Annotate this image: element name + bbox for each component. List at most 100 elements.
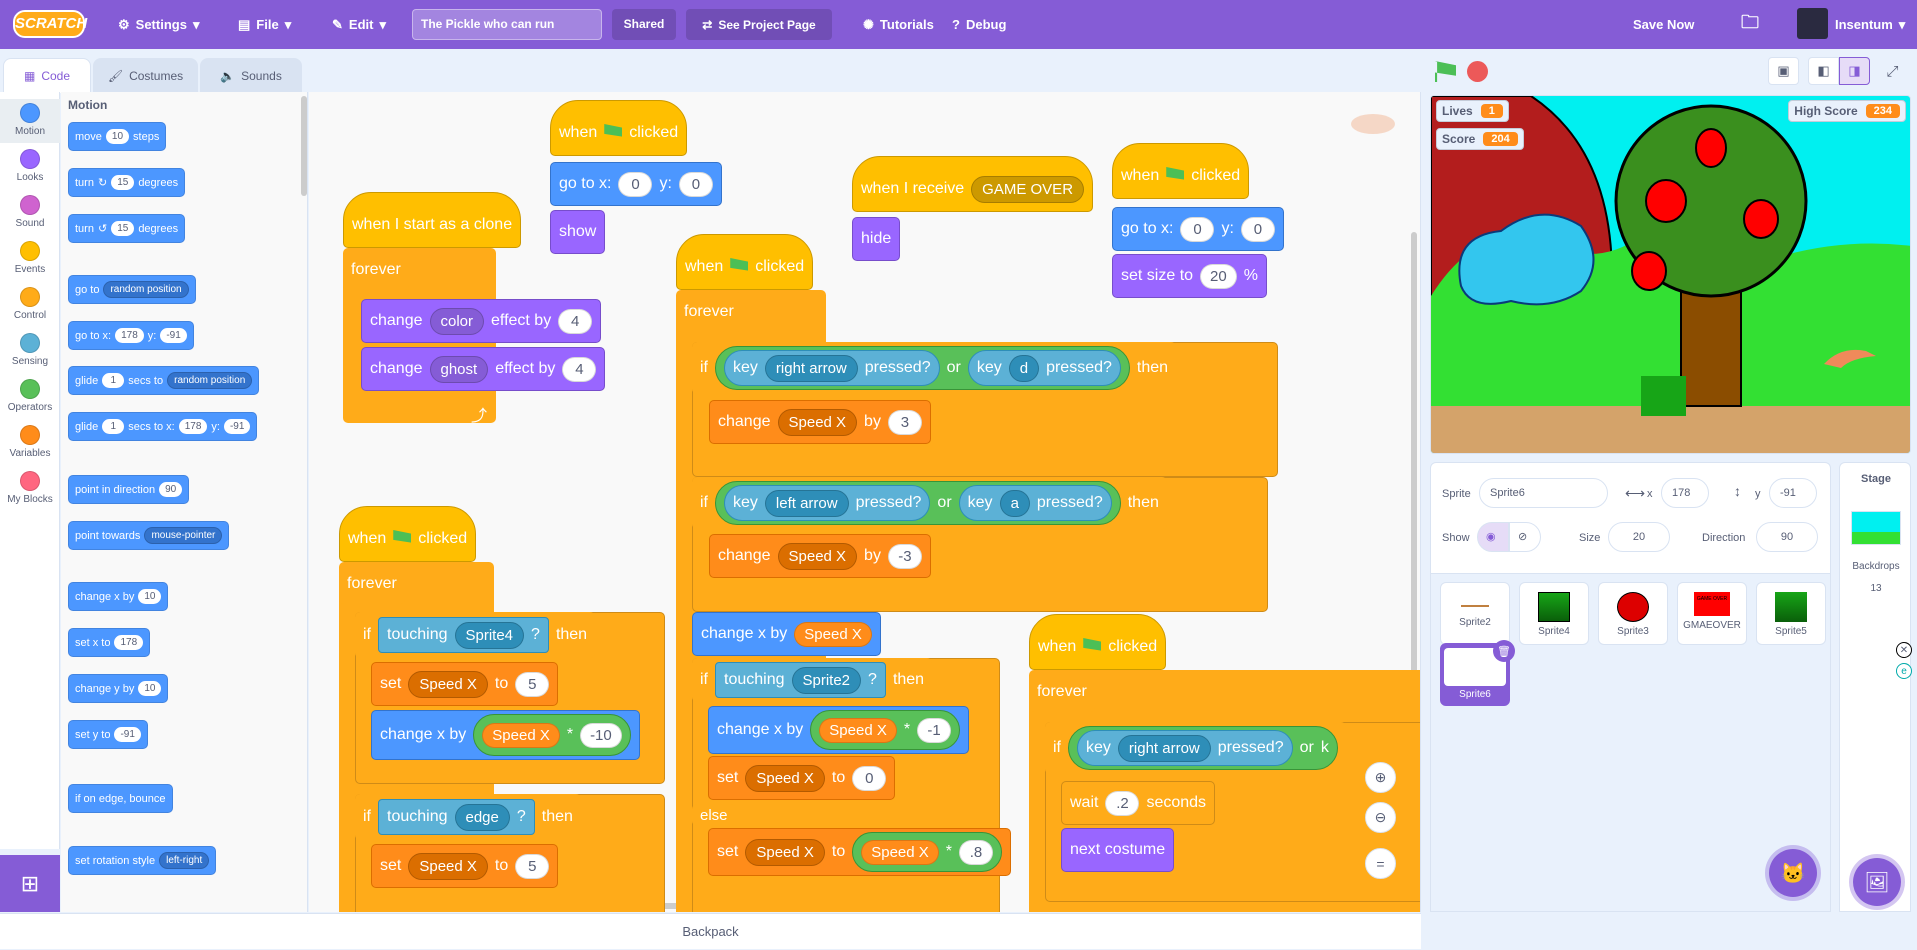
block-input[interactable]: 10 [138,681,162,696]
block-input[interactable]: 15 [111,175,135,190]
category-motion[interactable]: Motion [0,99,60,143]
block-change-ghost-effect[interactable]: change ghost effect by 4 [361,347,606,391]
my-stuff-folder-icon[interactable]: 🗀 [1741,0,1759,49]
block-edge-bounce[interactable]: if on edge, bounce [68,784,173,813]
block-input[interactable]: 3 [887,409,922,435]
save-now-button[interactable]: Save Now [1633,0,1694,49]
multiply-operator[interactable]: Speed X * .8 [852,832,1003,872]
or-operator[interactable]: key right arrow pressed? or key d pressed? [715,346,1130,390]
block-glide-xy[interactable]: glide 1 secs to x: 178 y: -91 [68,412,258,441]
block-input[interactable]: 1 [102,373,125,388]
tab-sounds[interactable]: 🔈 Sounds [200,58,302,92]
file-menu[interactable]: ▤ File ▾ [238,0,291,49]
block-input[interactable]: -10 [580,722,622,748]
touching-sensing[interactable]: touching edge? [378,799,535,835]
key-pressed-sensing[interactable]: key right arrow pressed? [724,350,940,386]
sprite-tile[interactable]: Sprite4 [1519,582,1589,645]
lives-monitor[interactable]: Lives 1 [1436,100,1509,122]
block-input[interactable]: 0 [1240,216,1275,242]
category-control[interactable]: Control [0,283,60,327]
script-workspace[interactable]: when I start as a clone forever change co… [309,92,1421,912]
score-monitor[interactable]: Score 204 [1436,128,1524,150]
block-dropdown[interactable]: Sprite2 [791,666,862,694]
block-input[interactable]: 5 [515,853,550,879]
block-set-y[interactable]: set y to -91 [68,720,148,749]
x-input[interactable]: 178 [1661,478,1709,508]
block-input[interactable]: -1 [917,717,952,743]
variable-reporter[interactable]: Speed X [819,717,897,743]
add-extension-button[interactable]: ⊞ [0,855,60,912]
block-dropdown[interactable]: Speed X [408,852,488,880]
block-input[interactable]: -91 [114,727,141,742]
screenshot-icon[interactable]: ▣ [1768,57,1799,85]
category-looks[interactable]: Looks [0,145,60,189]
scratch-logo[interactable]: SCRATCH [13,10,87,38]
variable-reporter[interactable]: Speed X [482,722,560,748]
hat-when-i-receive[interactable]: when I receive GAME OVER [852,156,1094,212]
block-dropdown[interactable]: random position [167,372,253,389]
key-pressed-sensing[interactable]: key right arrow pressed? [1077,730,1293,766]
block-go-to-xy[interactable]: go to x: 0 y: 0 [550,162,722,206]
hide-invisible-icon[interactable]: ⊘ [1509,522,1541,552]
key-pressed-sensing[interactable]: key d pressed? [967,350,1121,386]
category-variables[interactable]: Variables [0,421,60,465]
block-input[interactable]: 178 [114,635,144,650]
avatar[interactable] [1797,8,1828,39]
close-icon[interactable]: ✕ [1896,642,1912,658]
block-change-variable[interactable]: change Speed X by 3 [709,400,931,444]
tab-costumes[interactable]: 🖌 Costumes [93,58,198,92]
block-input[interactable]: -91 [160,328,187,343]
extension-icon[interactable]: e [1896,663,1912,679]
key-pressed-sensing[interactable]: key a pressed? [958,485,1112,521]
or-operator[interactable]: key left arrow pressed? or key a pressed? [715,481,1121,525]
high-score-monitor[interactable]: High Score 234 [1788,100,1906,122]
sprite-name-input[interactable]: Sprite6 [1479,478,1608,508]
direction-input[interactable]: 90 [1756,522,1818,552]
block-input[interactable]: 10 [105,129,130,144]
backpack-bar[interactable]: Backpack [0,913,1421,949]
hat-when-flag-clicked[interactable]: when clicked [339,506,477,562]
block-change-color-effect[interactable]: change color effect by 4 [361,299,602,343]
block-set-variable[interactable]: set Speed X to 5 [371,662,559,706]
hat-when-flag-clicked[interactable]: when clicked [1029,614,1167,670]
debug-menu[interactable]: ? Debug [952,0,1006,49]
block-input[interactable]: 15 [111,221,135,236]
block-change-x-by[interactable]: change x by Speed X * -10 [371,710,640,760]
block-change-y[interactable]: change y by 10 [68,674,169,703]
touching-sensing[interactable]: touching Sprite2? [715,662,886,698]
block-glide[interactable]: glide 1 secs to random position [68,366,260,395]
block-input[interactable]: 1 [102,419,125,434]
block-input[interactable]: -91 [223,419,251,434]
block-go-to-xy[interactable]: go to x: 0 y: 0 [1112,207,1284,251]
stage-selector[interactable]: Stage Backdrops 13 🖼 [1839,462,1911,912]
block-change-x[interactable]: change x by 10 [68,582,169,611]
block-input[interactable]: 0 [678,171,713,197]
delete-sprite-icon[interactable]: 🗑 [1493,640,1515,662]
category-events[interactable]: Events [0,237,60,281]
block-go-to-xy[interactable]: go to x: 178 y: -91 [68,321,194,350]
block-dropdown[interactable]: mouse-pointer [144,527,223,544]
large-stage-icon[interactable]: ◨ [1839,57,1870,85]
block-dropdown[interactable]: edge [454,803,510,831]
zoom-reset-icon[interactable]: = [1365,848,1396,879]
block-dropdown[interactable]: Speed X [745,838,825,866]
block-input[interactable]: 4 [558,308,593,334]
block-input[interactable]: 5 [515,671,550,697]
block-dropdown[interactable]: left arrow [764,489,849,517]
block-dropdown[interactable]: Sprite4 [454,621,525,649]
sprite-tile[interactable]: Sprite3 [1598,582,1668,645]
block-dropdown[interactable]: Speed X [408,670,488,698]
block-dropdown[interactable]: Speed X [745,764,825,792]
block-dropdown[interactable]: Speed X [777,408,858,436]
stage-canvas[interactable]: Lives 1 Score 204 High Score 234 [1430,95,1911,454]
block-dropdown[interactable]: GAME OVER [971,175,1085,203]
multiply-operator[interactable]: Speed X * -10 [473,714,631,756]
small-stage-icon[interactable]: ◧ [1808,57,1839,85]
block-input[interactable]: 4 [562,356,597,382]
block-point-towards[interactable]: point towards mouse-pointer [68,521,230,550]
block-input[interactable]: 20 [1200,263,1237,289]
block-set-variable[interactable]: set Speed X to 0 [708,756,896,800]
variable-reporter[interactable]: Speed X [861,839,939,865]
block-rotation-style[interactable]: set rotation style left-right [68,846,217,875]
block-wait[interactable]: wait .2 seconds [1061,781,1216,825]
